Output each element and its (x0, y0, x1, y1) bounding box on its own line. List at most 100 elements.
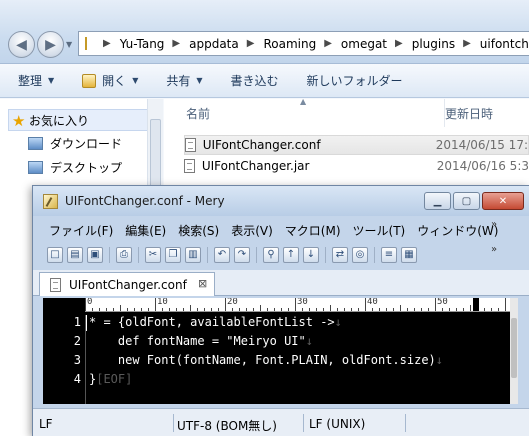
replace-icon[interactable]: ⇄ (332, 247, 348, 263)
menu-search[interactable]: 検索(S) (178, 222, 219, 239)
ruler-tick (491, 308, 492, 311)
file-row[interactable]: UIFontChanger.jar 2014/06/16 5:3 (184, 156, 529, 176)
maximize-icon: ▢ (461, 195, 472, 207)
nav-item-favorites[interactable]: ★ お気に入り (8, 109, 148, 131)
code-line[interactable]: def fontName = "Meiryo UI"↓ (89, 334, 313, 348)
document-icon (50, 277, 61, 292)
breadcrumb-item[interactable]: uifontchanger (480, 37, 529, 51)
ruler-tick (505, 298, 506, 311)
file-row[interactable]: UIFontChanger.conf 2014/06/15 17: (184, 135, 529, 155)
new-file-icon[interactable]: □ (47, 247, 63, 263)
open-file-icon[interactable]: ▤ (67, 247, 83, 263)
folder-icon (85, 37, 87, 50)
editor-scrollbar[interactable] (510, 298, 518, 404)
nav-item-downloads[interactable]: ダウンロード (28, 135, 122, 152)
breadcrumb-separator-icon[interactable]: ▶ (172, 38, 180, 49)
breadcrumb-item[interactable]: omegat (341, 37, 387, 51)
breadcrumb-separator-icon[interactable]: ▶ (247, 38, 255, 49)
column-header-name[interactable]: 名前 (186, 99, 210, 127)
breadcrumb-separator-icon[interactable]: ▶ (324, 38, 332, 49)
scrollbar-thumb[interactable] (511, 318, 517, 378)
menu-edit[interactable]: 編集(E) (125, 222, 166, 239)
ruler-tick (225, 298, 226, 311)
wrap-icon[interactable]: ≡ (381, 247, 397, 263)
find-prev-icon[interactable]: ↑ (283, 247, 299, 263)
status-divider (173, 414, 174, 432)
menu-tools[interactable]: ツール(T) (353, 222, 406, 239)
code-text: new Font(fontName, Font.PLAIN, oldFont.s… (89, 353, 436, 367)
burn-button[interactable]: 書き込む (231, 72, 279, 89)
breadcrumb-separator-icon[interactable]: ▶ (395, 38, 403, 49)
close-button[interactable]: ✕ (482, 192, 524, 210)
open-button[interactable]: 開く ▼ (82, 72, 138, 89)
ruler-tick (155, 298, 156, 311)
ruler-tick (463, 308, 464, 311)
menu-macro[interactable]: マクロ(M) (285, 222, 341, 239)
breadcrumb-item[interactable]: Yu-Tang (120, 37, 165, 51)
address-bar[interactable]: ▶ Yu-Tang ▶ appdata ▶ Roaming ▶ omegat ▶… (78, 31, 529, 56)
toolbar-separator (256, 247, 257, 263)
menu-bar: ファイル(F) 編集(E) 検索(S) 表示(V) マクロ(M) ツール(T) … (49, 219, 510, 241)
new-folder-label: 新しいフォルダー (306, 74, 403, 88)
share-button[interactable]: 共有 ▼ (166, 72, 202, 89)
ruler-tick (274, 308, 275, 311)
paste-icon[interactable]: ▥ (185, 247, 201, 263)
cut-icon[interactable]: ✂ (145, 247, 161, 263)
undo-icon[interactable]: ↶ (214, 247, 230, 263)
ruler-tick (330, 305, 331, 311)
maximize-button[interactable]: ▢ (453, 192, 480, 210)
ruler-label: 10 (157, 298, 168, 307)
editor-area[interactable]: 0 10 20 30 40 50 1 2 3 4 * = {oldFont, availa… (43, 298, 518, 404)
dropdown-arrow-icon: ▼ (48, 76, 55, 85)
menu-file[interactable]: ファイル(F) (49, 222, 113, 239)
code-line[interactable]: new Font(fontName, Font.PLAIN, oldFont.s… (89, 353, 443, 367)
ruler-tick (127, 308, 128, 311)
back-button[interactable]: ◀ (8, 31, 35, 58)
minimize-button[interactable]: ▁ (424, 192, 451, 210)
tab-close-icon[interactable]: ⊠ (198, 277, 207, 290)
menu-overflow-icon[interactable]: » (491, 219, 497, 230)
tab-uifontchanger-conf[interactable]: UIFontChanger.conf ⊠ (39, 272, 215, 296)
zoom-icon[interactable]: ◎ (352, 247, 368, 263)
copy-icon[interactable]: ❐ (165, 247, 181, 263)
forward-button[interactable]: ▶ (37, 31, 64, 58)
tab-bar: UIFontChanger.conf ⊠ (33, 270, 529, 296)
print-icon[interactable]: ⎙ (116, 247, 132, 263)
code-line[interactable]: * = {oldFont, availableFontList ->↓ (89, 315, 342, 329)
nav-item-desktop[interactable]: デスクトップ (28, 159, 122, 176)
history-dropdown-icon[interactable]: ▼ (66, 40, 72, 49)
status-newline[interactable]: LF (UNIX) (309, 417, 365, 431)
toolbar-overflow-icon[interactable]: » (491, 244, 497, 255)
redo-icon[interactable]: ↷ (234, 247, 250, 263)
column-header-date[interactable]: 更新日時 (444, 99, 493, 127)
ruler-tick (106, 308, 107, 311)
breadcrumb-item[interactable]: Roaming (263, 37, 316, 51)
ruler-tick (393, 308, 394, 311)
ruler-tick (302, 308, 303, 311)
status-encoding[interactable]: UTF-8 (BOM無し) (177, 417, 277, 434)
mery-editor-window: UIFontChanger.conf - Mery ▁ ▢ ✕ ファイル(F) … (32, 185, 529, 436)
ruler-tick (218, 308, 219, 311)
organize-button[interactable]: 整理 ▼ (18, 72, 54, 89)
menu-view[interactable]: 表示(V) (231, 222, 273, 239)
new-folder-button[interactable]: 新しいフォルダー (307, 72, 403, 89)
breadcrumb-item[interactable]: plugins (412, 37, 455, 51)
view-icon[interactable]: ▦ (401, 247, 417, 263)
ruler-label: 50 (437, 298, 448, 307)
text-file-icon (185, 138, 196, 152)
save-icon[interactable]: ▣ (87, 247, 103, 263)
ruler-tick (141, 308, 142, 311)
share-label: 共有 (166, 74, 191, 88)
menu-window[interactable]: ウィンドウ(W) (417, 222, 498, 239)
code-line[interactable]: }[EOF] (89, 372, 132, 386)
breadcrumb-item[interactable]: appdata (189, 37, 239, 51)
ruler-tick (449, 308, 450, 311)
find-next-icon[interactable]: ↓ (303, 247, 319, 263)
find-icon[interactable]: ⚲ (263, 247, 279, 263)
breadcrumb-separator-icon[interactable]: ▶ (463, 38, 471, 49)
close-icon: ✕ (498, 195, 508, 207)
ruler-tick (386, 308, 387, 311)
ruler-tick (197, 308, 198, 311)
toolbar: □ ▤ ▣ ⎙ ✂ ❐ ▥ ↶ ↷ ⚲ ↑ ↓ ⇄ ◎ ≡ ▦ (47, 244, 421, 266)
title-bar[interactable]: UIFontChanger.conf - Mery ▁ ▢ ✕ (33, 186, 529, 216)
